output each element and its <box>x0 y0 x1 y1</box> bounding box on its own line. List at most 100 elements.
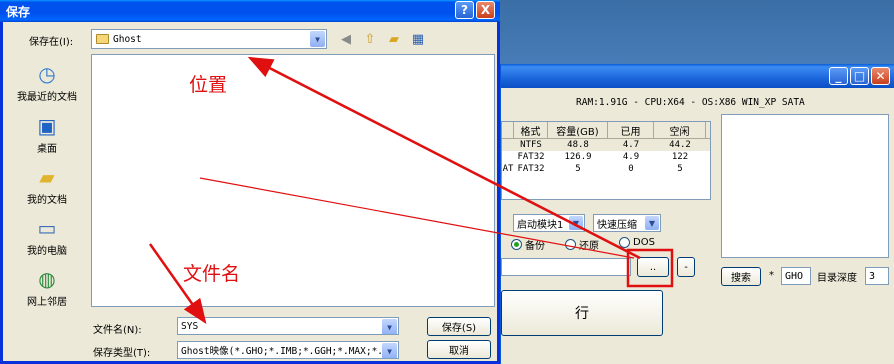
depth-label: 目录深度 <box>817 273 857 284</box>
place-label: 我的文档 <box>27 195 67 206</box>
save-in-select[interactable]: Ghost ▼ <box>91 29 327 49</box>
compress-select[interactable]: 快速压缩 ▼ <box>593 214 661 232</box>
radio-dot <box>565 239 576 250</box>
place-recent[interactable]: ◷ 我最近的文档 <box>9 60 85 103</box>
table-row[interactable]: NTFS 48.8 4.7 44.2 <box>502 139 710 151</box>
minimize-button[interactable]: _ <box>829 67 848 85</box>
browse-button[interactable]: .. <box>637 257 669 277</box>
file-list[interactable] <box>91 54 495 307</box>
image-path-input[interactable] <box>501 258 631 276</box>
back-icon[interactable]: ◀ <box>337 30 355 48</box>
col-header-format: 格式 <box>514 122 548 138</box>
dialog-toolbar: ◀ ⇧ ▰ ▦ <box>337 30 427 48</box>
place-label: 桌面 <box>37 144 57 155</box>
depth-input[interactable]: 3 <box>865 267 889 285</box>
ext-star: * <box>769 270 774 281</box>
annotation-filename: 文件名 <box>183 263 241 285</box>
close-button[interactable]: X <box>476 1 495 19</box>
radio-label: 备份 <box>525 241 545 252</box>
cell: 126.9 <box>564 152 592 162</box>
ghost-window-controls: _ □ ✕ <box>829 67 890 85</box>
place-desktop[interactable]: ▣ 桌面 <box>9 112 85 155</box>
cell: FAT32 <box>517 152 545 162</box>
radio-dot <box>511 239 522 250</box>
search-button[interactable]: 搜索 <box>721 267 761 286</box>
cell <box>502 151 514 163</box>
result-list[interactable] <box>721 114 889 258</box>
dialog-titlebar: 保存 <box>0 0 500 22</box>
save-dialog: 保存 ? X 保存在(I): Ghost ▼ ◀ ⇧ ▰ ▦ ◷ 我最近的文档 … <box>0 0 500 364</box>
table-row[interactable]: AT FAT32 5 0 5 <box>502 163 710 175</box>
dialog-controls: ? X <box>455 1 495 19</box>
dialog-title: 保存 <box>6 4 31 19</box>
save-button[interactable]: 保存(S) <box>427 317 491 336</box>
maximize-button[interactable]: □ <box>850 67 869 85</box>
filetype-select[interactable]: Ghost映像(*.GHO;*.IMB;*.GGH;*.MAX;*.f ▼ <box>177 341 399 359</box>
run-button[interactable]: 行 <box>501 290 663 336</box>
folder-icon <box>96 34 109 44</box>
filename-value: SYS <box>181 320 199 332</box>
help-button[interactable]: ? <box>455 1 474 19</box>
my-computer-icon: ▭ <box>37 216 57 240</box>
new-folder-icon[interactable]: ▰ <box>385 30 403 48</box>
chevron-down-icon: ▼ <box>310 31 325 47</box>
place-label: 我的电脑 <box>27 246 67 257</box>
filetype-label: 保存类型(T): <box>93 348 151 359</box>
radio-backup[interactable]: 备份 <box>511 237 545 252</box>
mode-select[interactable]: 启动模块1 ▼ <box>513 214 585 232</box>
ghost-tool-window: _ □ ✕ RAM:1.91G - CPU:X64 - OS:X86 WIN_X… <box>498 64 894 364</box>
cell <box>502 139 514 151</box>
radio-dos[interactable]: DOS <box>619 237 655 248</box>
cell: 48.8 <box>567 140 589 150</box>
system-info: RAM:1.91G - CPU:X64 - OS:X86 WIN_XP SATA <box>576 97 805 108</box>
up-folder-icon[interactable]: ⇧ <box>361 30 379 48</box>
radio-label: DOS <box>633 237 655 248</box>
filename-input[interactable]: SYS ▼ <box>177 317 399 335</box>
places-bar: ◷ 我最近的文档 ▣ 桌面 ▰ 我的文档 ▭ 我的电脑 ◍ 网上邻居 <box>9 54 85 312</box>
place-my-computer[interactable]: ▭ 我的电脑 <box>9 214 85 257</box>
ext-input[interactable]: GHO <box>781 267 811 285</box>
compress-select-value: 快速压缩 <box>597 219 637 231</box>
cell: 122 <box>671 152 689 162</box>
cell: AT <box>502 164 514 174</box>
view-menu-icon[interactable]: ▦ <box>409 30 427 48</box>
filename-label: 文件名(N): <box>93 325 142 336</box>
network-places-icon: ◍ <box>38 267 56 291</box>
close-button[interactable]: ✕ <box>871 67 890 85</box>
mode-select-value: 启动模块1 <box>517 219 564 231</box>
cell: 4.9 <box>622 152 640 162</box>
chevron-down-icon: ▼ <box>569 216 583 230</box>
col-header-used: 已用 <box>608 122 654 138</box>
chevron-down-icon: ▼ <box>645 216 659 230</box>
col-header-free: 空闲 <box>654 122 706 138</box>
filetype-value: Ghost映像(*.GHO;*.IMB;*.GGH;*.MAX;*.f <box>181 346 389 357</box>
recent-documents-icon: ◷ <box>38 62 56 86</box>
annotation-location: 位置 <box>189 74 228 96</box>
cell: 5 <box>677 164 683 174</box>
cell: NTFS <box>520 140 542 150</box>
chevron-down-icon: ▼ <box>382 343 397 358</box>
place-label: 我最近的文档 <box>17 92 77 103</box>
col-header <box>502 122 514 138</box>
place-my-documents[interactable]: ▰ 我的文档 <box>9 163 85 206</box>
save-in-value: Ghost <box>113 33 142 45</box>
cell: FAT32 <box>517 164 545 174</box>
table-empty-space <box>502 175 710 199</box>
desktop-icon: ▣ <box>37 114 57 138</box>
disk-table[interactable]: 格式 容量(GB) 已用 空闲 NTFS 48.8 4.7 44.2 FAT32… <box>501 121 711 200</box>
place-label: 网上邻居 <box>27 297 67 308</box>
place-network[interactable]: ◍ 网上邻居 <box>9 265 85 308</box>
my-documents-icon: ▰ <box>39 165 55 189</box>
disk-table-header: 格式 容量(GB) 已用 空闲 <box>502 122 710 139</box>
cell: 0 <box>628 164 634 174</box>
radio-label: 还原 <box>579 241 599 252</box>
cell: 44.2 <box>669 140 691 150</box>
radio-dot <box>619 237 630 248</box>
cell: 5 <box>575 164 581 174</box>
cell: 4.7 <box>622 140 640 150</box>
cancel-button[interactable]: 取消 <box>427 340 491 359</box>
remove-button[interactable]: - <box>677 257 695 277</box>
radio-restore[interactable]: 还原 <box>565 237 599 252</box>
table-row[interactable]: FAT32 126.9 4.9 122 <box>502 151 710 163</box>
chevron-down-icon: ▼ <box>382 319 397 334</box>
